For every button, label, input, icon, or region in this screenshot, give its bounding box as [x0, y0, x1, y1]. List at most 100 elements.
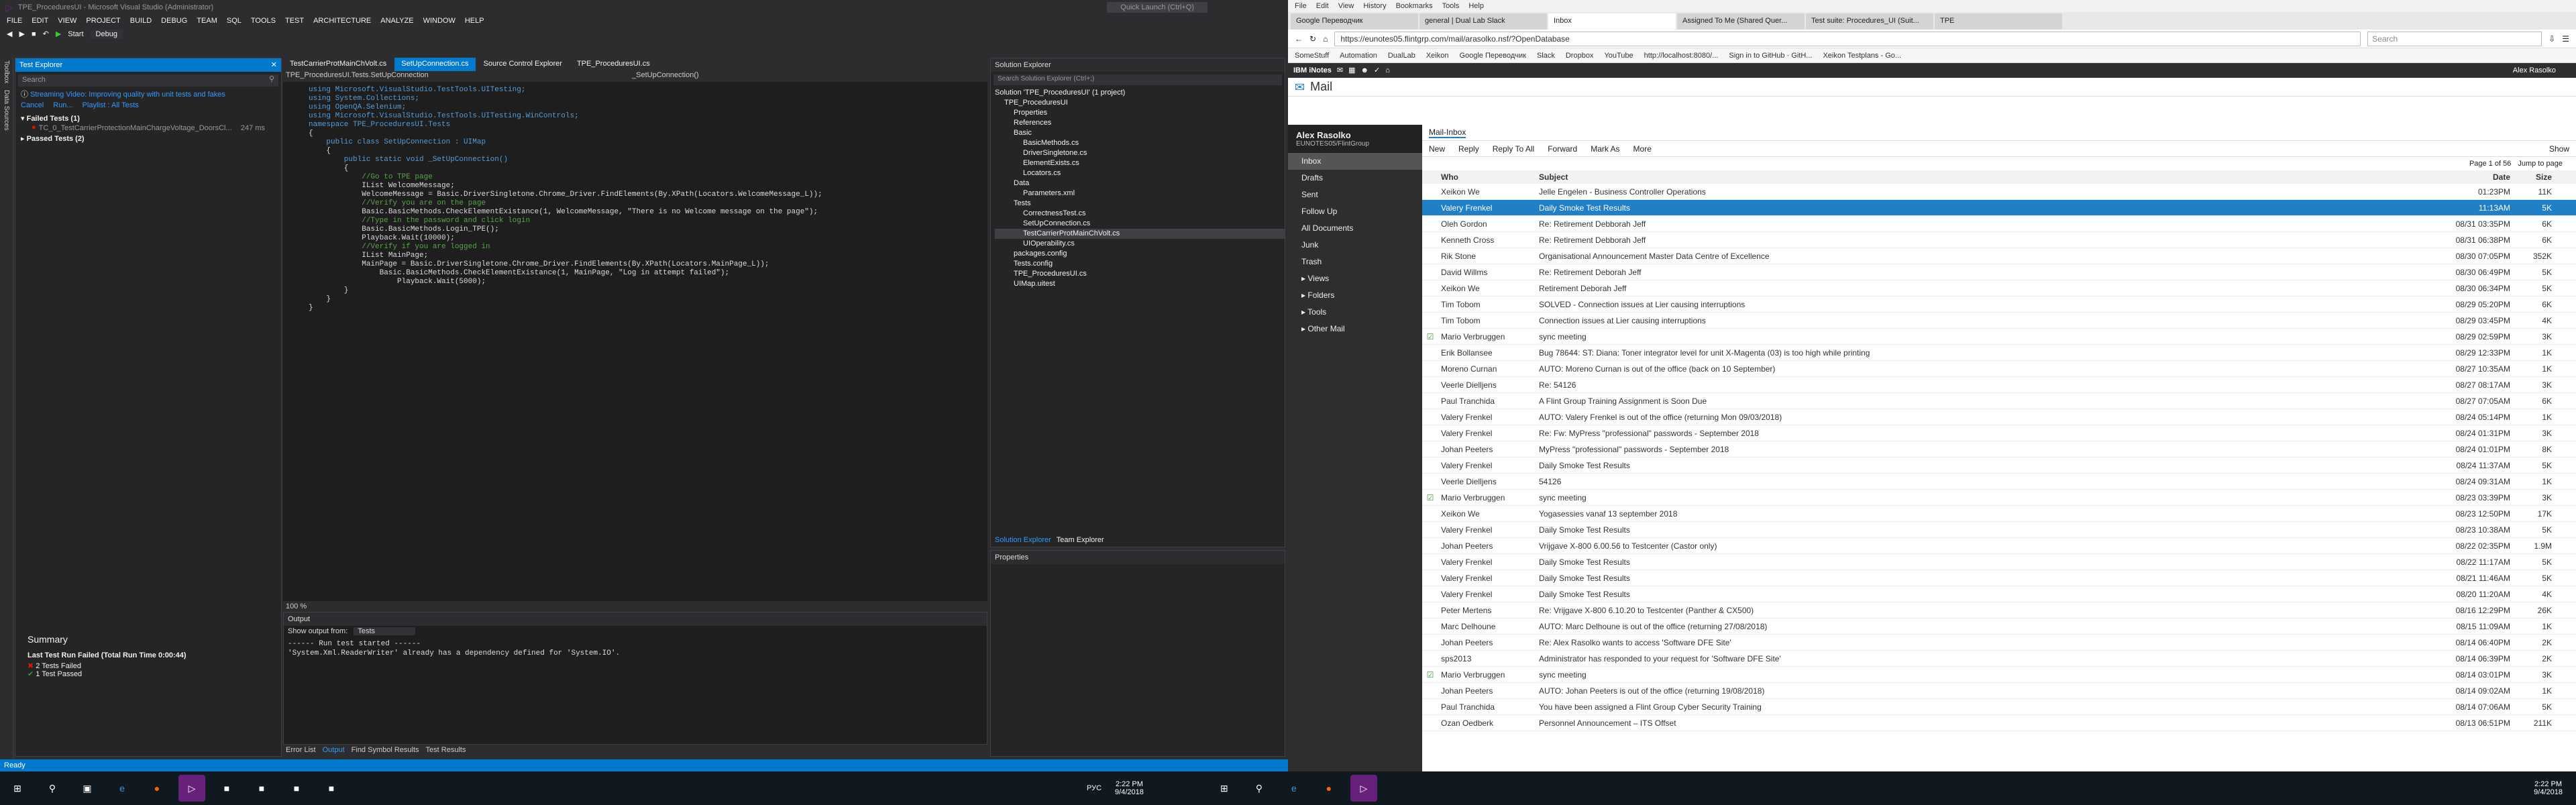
solution-item[interactable]: SetUpConnection.cs: [995, 219, 1285, 229]
browser-tab[interactable]: general | Dual Lab Slack: [1419, 13, 1547, 30]
save-icon[interactable]: ■: [32, 30, 36, 38]
menu-view[interactable]: VIEW: [58, 17, 76, 25]
edge-icon[interactable]: e: [1281, 775, 1307, 802]
solution-item[interactable]: TestCarrierProtMainChVolt.cs: [995, 229, 1285, 239]
browser-search-input[interactable]: Search: [2367, 31, 2542, 46]
firefox-icon[interactable]: ●: [1316, 775, 1342, 802]
tab-testcarrier[interactable]: TestCarrierProtMainChVolt.cs: [283, 58, 394, 71]
home-icon[interactable]: ⌂: [1323, 35, 1328, 43]
tab-team-explorer[interactable]: Team Explorer: [1057, 536, 1104, 544]
mail-row[interactable]: Xeikon We Retirement Deborah Jeff 08/30 06…: [1422, 280, 2576, 297]
solution-item[interactable]: TPE_ProceduresUI.cs: [995, 269, 1285, 279]
menu-help[interactable]: Help: [1468, 2, 1484, 10]
method-select[interactable]: _SetUpConnection(): [632, 71, 699, 82]
browser-tab[interactable]: Test suite: Procedures_UI (Suit...: [1806, 13, 1933, 30]
tab-solution-explorer[interactable]: Solution Explorer: [995, 536, 1051, 544]
solution-item[interactable]: Solution 'TPE_ProceduresUI' (1 project): [995, 88, 1285, 98]
menu-icon[interactable]: ☰: [2562, 35, 2569, 43]
folder-drafts[interactable]: Drafts: [1288, 170, 1422, 186]
bookmark[interactable]: Google Переводчик: [1459, 52, 1526, 60]
mail-row[interactable]: Tim Tobom SOLVED - Connection issues at L…: [1422, 297, 2576, 313]
streaming-banner[interactable]: ⓘ Streaming Video: Improving quality wit…: [15, 89, 281, 100]
solution-search-input[interactable]: Search Solution Explorer (Ctrl+;): [994, 74, 1282, 85]
solution-item[interactable]: Basic: [995, 128, 1285, 138]
bookmark[interactable]: Slack: [1537, 52, 1555, 60]
mark-as-button[interactable]: Mark As: [1591, 144, 1619, 154]
who-col-header[interactable]: Who: [1438, 170, 1539, 183]
folder-all-documents[interactable]: All Documents: [1288, 220, 1422, 237]
menu-file[interactable]: FILE: [7, 17, 22, 25]
bookmark[interactable]: DualLab: [1388, 52, 1415, 60]
solution-item[interactable]: CorrectnessTest.cs: [995, 209, 1285, 219]
size-col-header[interactable]: Size: [2516, 170, 2556, 183]
contacts-icon[interactable]: ☻: [1360, 66, 1368, 74]
menu-history[interactable]: History: [1363, 2, 1386, 10]
bookmark[interactable]: http://localhost:8080/...: [1644, 52, 1719, 60]
bookmark[interactable]: Sign in to GitHub · GitH...: [1729, 52, 1812, 60]
menu-architecture[interactable]: ARCHITECTURE: [313, 17, 371, 25]
show-button[interactable]: Show: [2549, 144, 2569, 154]
mail-row[interactable]: sps2013 Administrator has responded to yo…: [1422, 651, 2576, 667]
subject-col-header[interactable]: Subject: [1539, 170, 2402, 183]
mail-row[interactable]: ☑ Mario Verbruggen sync meeting 08/14 03:01…: [1422, 667, 2576, 683]
url-input[interactable]: https://eunotes05.flintgrp.com/mail/aras…: [1334, 31, 2361, 46]
clock-right[interactable]: 2:22 PM 9/4/2018: [2534, 780, 2563, 796]
tab-find-symbol[interactable]: Find Symbol Results: [352, 746, 419, 754]
zoom-level[interactable]: 100 %: [286, 602, 307, 610]
task-view-icon[interactable]: ▣: [74, 775, 101, 802]
mail-row[interactable]: Johan Peeters MyPress "professional" pass…: [1422, 441, 2576, 458]
forward-button[interactable]: Forward: [1548, 144, 1577, 154]
menu-tools[interactable]: TOOLS: [251, 17, 276, 25]
solution-item[interactable]: Tests: [995, 199, 1285, 209]
mail-row[interactable]: Valery Frenkel Daily Smoke Test Results 11…: [1422, 200, 2576, 216]
tab-source-control[interactable]: Source Control Explorer: [476, 58, 569, 71]
test-search-input[interactable]: Search ⚲: [18, 74, 278, 87]
folder-junk[interactable]: Junk: [1288, 237, 1422, 254]
cancel-link[interactable]: Cancel: [21, 101, 44, 109]
mail-row[interactable]: Xeikon We Jelle Engelen - Business Contro…: [1422, 184, 2576, 200]
mail-row[interactable]: Rik Stone Organisational Announcement Mas…: [1422, 248, 2576, 264]
mail-row[interactable]: Paul Tranchida A Flint Group Training Ass…: [1422, 393, 2576, 409]
bookmark[interactable]: SomeStuff: [1295, 52, 1329, 60]
output-source-select[interactable]: Tests: [354, 627, 416, 635]
app-icon[interactable]: ■: [213, 775, 240, 802]
solution-item[interactable]: UIOperability.cs: [995, 239, 1285, 249]
mail-row[interactable]: Valery Frenkel AUTO: Valery Frenkel is ou…: [1422, 409, 2576, 425]
menu-help[interactable]: HELP: [465, 17, 484, 25]
app-icon[interactable]: ■: [248, 775, 275, 802]
mail-row[interactable]: Johan Peeters AUTO: Johan Peeters is out …: [1422, 683, 2576, 699]
mail-row[interactable]: Xeikon We Yogasessies vanaf 13 september …: [1422, 506, 2576, 522]
folder-follow-up[interactable]: Follow Up: [1288, 203, 1422, 220]
mail-row[interactable]: ☑ Mario Verbruggen sync meeting 08/29 02:59…: [1422, 329, 2576, 345]
mail-row[interactable]: David Willms Re: Retirement Deborah Jeff 0…: [1422, 264, 2576, 280]
tab-setupconnection[interactable]: SetUpConnection.cs: [394, 58, 476, 71]
mail-row[interactable]: Valery Frenkel Daily Smoke Test Results 08…: [1422, 458, 2576, 474]
solution-item[interactable]: TPE_ProceduresUI: [995, 98, 1285, 108]
menu-project[interactable]: PROJECT: [86, 17, 120, 25]
menu-file[interactable]: File: [1295, 2, 1307, 10]
browser-tab[interactable]: Assigned To Me (Shared Quer...: [1677, 13, 1805, 30]
bookmark[interactable]: Xeikon: [1426, 52, 1449, 60]
play-icon[interactable]: ▶: [56, 30, 61, 38]
reload-icon[interactable]: ↻: [1309, 35, 1316, 43]
calendar-icon[interactable]: ▦: [1348, 66, 1355, 74]
menu-bookmarks[interactable]: Bookmarks: [1396, 2, 1433, 10]
bookmark[interactable]: Automation: [1340, 52, 1377, 60]
menu-tools[interactable]: Tools: [1442, 2, 1460, 10]
section-folders[interactable]: ▸ Folders: [1288, 287, 1422, 304]
browser-tab[interactable]: TPE: [1935, 13, 2062, 30]
folder-inbox[interactable]: Inbox: [1288, 153, 1422, 170]
class-path-select[interactable]: TPE_ProceduresUI.Tests.SetUpConnection: [283, 71, 632, 82]
mail-row[interactable]: Veerle Dielljens 54126 08/24 09:31AM 1K: [1422, 474, 2576, 490]
edge-icon[interactable]: e: [109, 775, 136, 802]
folder-sent[interactable]: Sent: [1288, 186, 1422, 203]
run-link[interactable]: Run...: [53, 101, 72, 109]
tab-output[interactable]: Output: [323, 746, 345, 754]
menu-view[interactable]: View: [1338, 2, 1354, 10]
config-select[interactable]: Debug: [90, 30, 123, 39]
reply-button[interactable]: Reply: [1458, 144, 1479, 154]
clock-left[interactable]: 2:22 PM 9/4/2018: [1115, 780, 1144, 796]
bookmark[interactable]: YouTube: [1604, 52, 1633, 60]
bookmark[interactable]: Xeikon Testplans - Go...: [1823, 52, 1901, 60]
mail-row[interactable]: Tim Tobom Connection issues at Lier causi…: [1422, 313, 2576, 329]
